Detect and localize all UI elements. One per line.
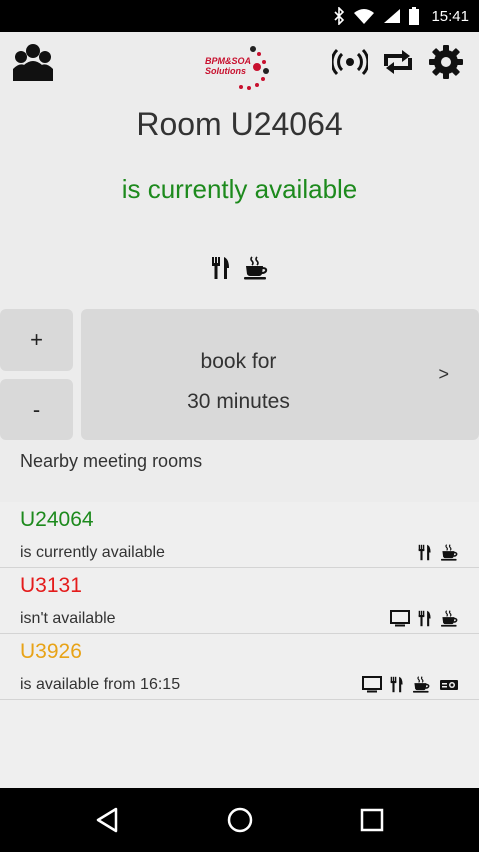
room-amenities bbox=[390, 610, 459, 627]
coffee-cup-icon bbox=[440, 610, 459, 627]
projector-icon bbox=[439, 676, 459, 693]
nearby-rooms-header: Nearby meeting rooms bbox=[20, 451, 203, 471]
book-label: book for bbox=[200, 350, 277, 373]
wifi-icon bbox=[353, 8, 375, 24]
logo-text-line1: BPM&SOA bbox=[205, 56, 252, 66]
decrease-duration-button[interactable]: - bbox=[0, 379, 73, 440]
book-room-button[interactable]: book for 30 minutes > bbox=[81, 309, 479, 440]
room-name: U24064 bbox=[20, 508, 94, 531]
back-icon[interactable] bbox=[87, 802, 127, 838]
room-status: is currently available bbox=[121, 174, 358, 204]
clock-time: 15:41 bbox=[431, 7, 469, 25]
room-amenities bbox=[418, 544, 459, 561]
bluetooth-icon bbox=[333, 7, 345, 25]
status-bar: 15:41 bbox=[0, 0, 479, 32]
company-logo: BPM&SOA Solutions bbox=[200, 38, 280, 94]
battery-icon bbox=[409, 7, 420, 25]
fork-knife-icon bbox=[418, 544, 432, 561]
book-duration: 30 minutes bbox=[187, 390, 290, 413]
list-item[interactable]: U24064 is currently available bbox=[0, 502, 479, 568]
gear-icon[interactable] bbox=[426, 42, 466, 82]
broadcast-icon[interactable] bbox=[330, 44, 370, 80]
people-group-icon[interactable] bbox=[10, 42, 56, 84]
fork-knife-icon bbox=[418, 610, 432, 627]
coffee-cup-icon bbox=[440, 544, 459, 561]
plus-label: + bbox=[30, 327, 43, 352]
room-status-text: isn't available bbox=[20, 610, 116, 627]
sync-icon[interactable] bbox=[378, 44, 418, 80]
home-icon[interactable] bbox=[220, 802, 260, 838]
list-item[interactable]: U3926 is available from 16:15 bbox=[0, 634, 479, 700]
nearby-room-list: U24064 is currently available U3131 isn'… bbox=[0, 502, 479, 788]
room-status-text: is available from 16:15 bbox=[20, 676, 181, 693]
minus-label: - bbox=[32, 396, 41, 422]
monitor-icon bbox=[390, 610, 410, 627]
coffee-cup-icon bbox=[243, 256, 269, 280]
monitor-icon bbox=[362, 676, 382, 693]
system-nav-bar bbox=[0, 788, 479, 852]
list-item[interactable]: U3131 isn't available bbox=[0, 568, 479, 634]
increase-duration-button[interactable]: + bbox=[0, 309, 73, 371]
room-amenities bbox=[0, 256, 479, 280]
logo-text-line2: Solutions bbox=[205, 66, 246, 76]
fork-knife-icon bbox=[390, 676, 404, 693]
room-name: U3131 bbox=[20, 574, 82, 597]
book-text: book for 30 minutes bbox=[81, 342, 396, 422]
chevron-right-icon: > bbox=[438, 364, 449, 384]
room-name: U3926 bbox=[20, 640, 82, 663]
room-title: Room U24064 bbox=[136, 106, 343, 142]
recents-icon[interactable] bbox=[352, 802, 392, 838]
room-status-text: is currently available bbox=[20, 544, 165, 561]
signal-icon bbox=[383, 8, 401, 24]
app-content: BPM&SOA Solutions Room U24064 is current… bbox=[0, 32, 479, 788]
fork-knife-icon bbox=[211, 256, 231, 280]
coffee-cup-icon bbox=[412, 676, 431, 693]
room-amenities bbox=[362, 676, 459, 693]
